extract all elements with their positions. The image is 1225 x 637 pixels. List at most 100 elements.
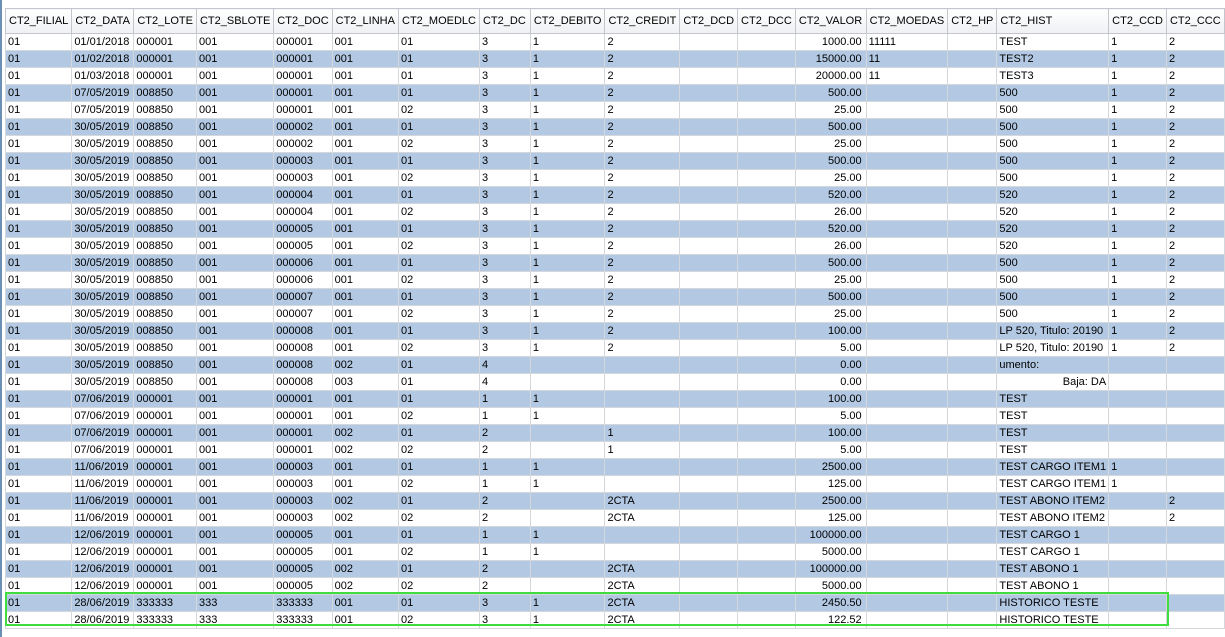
- cell-ct2-filial[interactable]: 01: [4, 594, 73, 612]
- cell-ct2-dcd[interactable]: [679, 424, 739, 442]
- table-row[interactable]: 01 30/05/2019 008850 001 000008 001 02 3 1 2 5.00 L…: [4, 339, 1225, 357]
- cell-ct2-sblote[interactable]: 001: [195, 271, 275, 289]
- cell-ct2-sblote[interactable]: 001: [195, 101, 275, 119]
- cell-ct2-hp[interactable]: [947, 305, 998, 323]
- column-header-ct2-data[interactable]: CT2_DATA: [71, 8, 135, 34]
- cell-ct2-sblote[interactable]: 001: [195, 288, 275, 306]
- cell-ct2-dcd[interactable]: [679, 305, 739, 323]
- cell-ct2-doc[interactable]: 000003: [273, 169, 333, 187]
- cell-ct2-debito[interactable]: 1: [529, 67, 606, 85]
- cell-ct2-ccc[interactable]: 2: [1165, 67, 1225, 85]
- cell-ct2-dcc[interactable]: [737, 186, 796, 204]
- cell-ct2-debito[interactable]: 1: [529, 305, 606, 323]
- cell-ct2-ccd[interactable]: 1: [1108, 135, 1167, 153]
- cell-ct2-doc[interactable]: 000008: [273, 339, 333, 357]
- cell-ct2-ccd[interactable]: 1: [1108, 475, 1167, 493]
- cell-ct2-credit[interactable]: 2: [604, 186, 681, 204]
- cell-ct2-valor[interactable]: 5.00: [794, 407, 867, 425]
- cell-ct2-lote[interactable]: 000001: [133, 441, 197, 459]
- cell-ct2-moedlc[interactable]: 02: [398, 339, 480, 357]
- cell-ct2-linha[interactable]: 002: [331, 424, 400, 442]
- cell-ct2-data[interactable]: 11/06/2019: [71, 475, 135, 493]
- cell-ct2-lote[interactable]: 000001: [133, 543, 197, 561]
- table-row[interactable]: 01 12/06/2019 000001 001 000005 002 02 2 2CTA 500…: [4, 577, 1225, 595]
- cell-ct2-dcd[interactable]: [679, 271, 739, 289]
- table-row[interactable]: 01 07/05/2019 008850 001 000001 001 01 3 1 2 500.0…: [4, 84, 1225, 102]
- cell-ct2-dc[interactable]: 3: [478, 135, 531, 153]
- cell-ct2-dcd[interactable]: [679, 373, 739, 391]
- cell-ct2-dc[interactable]: 1: [478, 407, 531, 425]
- cell-ct2-linha[interactable]: 001: [331, 135, 400, 153]
- column-header-ct2-valor[interactable]: CT2_VALOR: [794, 8, 867, 34]
- cell-ct2-moedas[interactable]: [865, 543, 949, 561]
- cell-ct2-valor[interactable]: 15000.00: [794, 50, 867, 68]
- cell-ct2-dcd[interactable]: [679, 526, 739, 544]
- cell-ct2-data[interactable]: 11/06/2019: [71, 458, 135, 476]
- cell-ct2-sblote[interactable]: 001: [195, 526, 275, 544]
- cell-ct2-linha[interactable]: 001: [331, 186, 400, 204]
- cell-ct2-ccd[interactable]: 1: [1108, 322, 1167, 340]
- cell-ct2-dcc[interactable]: [737, 526, 796, 544]
- column-header-ct2-ccd[interactable]: CT2_CCD: [1108, 8, 1167, 34]
- cell-ct2-debito[interactable]: [529, 356, 606, 374]
- cell-ct2-sblote[interactable]: 001: [195, 560, 275, 578]
- cell-ct2-doc[interactable]: 000003: [273, 152, 333, 170]
- cell-ct2-ccd[interactable]: 1: [1108, 118, 1167, 136]
- cell-ct2-filial[interactable]: 01: [4, 288, 73, 306]
- cell-ct2-sblote[interactable]: 001: [195, 152, 275, 170]
- cell-ct2-moedlc[interactable]: 01: [398, 288, 480, 306]
- cell-ct2-ccc[interactable]: 2: [1165, 50, 1225, 68]
- cell-ct2-ccc[interactable]: 2: [1165, 169, 1225, 187]
- cell-ct2-dcd[interactable]: [679, 322, 739, 340]
- table-row[interactable]: 01 01/03/2018 000001 001 000001 001 01 3 1 2 20000…: [4, 67, 1225, 85]
- cell-ct2-dcd[interactable]: [679, 203, 739, 221]
- cell-ct2-credit[interactable]: 2: [604, 254, 681, 272]
- cell-ct2-ccc[interactable]: 2: [1165, 152, 1225, 170]
- cell-ct2-debito[interactable]: [529, 492, 606, 510]
- cell-ct2-moedas[interactable]: [865, 84, 949, 102]
- cell-ct2-moedas[interactable]: [865, 322, 949, 340]
- cell-ct2-linha[interactable]: 001: [331, 322, 400, 340]
- cell-ct2-lote[interactable]: 008850: [133, 101, 197, 119]
- cell-ct2-moedlc[interactable]: 02: [398, 407, 480, 425]
- cell-ct2-debito[interactable]: 1: [529, 322, 606, 340]
- cell-ct2-filial[interactable]: 01: [4, 373, 73, 391]
- cell-ct2-debito[interactable]: 1: [529, 101, 606, 119]
- cell-ct2-ccc[interactable]: 2: [1165, 509, 1225, 527]
- cell-ct2-filial[interactable]: 01: [4, 50, 73, 68]
- cell-ct2-sblote[interactable]: 001: [195, 458, 275, 476]
- cell-ct2-credit[interactable]: 2: [604, 67, 681, 85]
- cell-ct2-valor[interactable]: 5000.00: [794, 577, 867, 595]
- cell-ct2-filial[interactable]: 01: [4, 509, 73, 527]
- cell-ct2-valor[interactable]: 100.00: [794, 424, 867, 442]
- cell-ct2-dcd[interactable]: [679, 169, 739, 187]
- cell-ct2-ccc[interactable]: 2: [1165, 492, 1225, 510]
- cell-ct2-moedlc[interactable]: 02: [398, 203, 480, 221]
- cell-ct2-doc[interactable]: 000007: [273, 305, 333, 323]
- cell-ct2-filial[interactable]: 01: [4, 577, 73, 595]
- cell-ct2-lote[interactable]: 008850: [133, 84, 197, 102]
- cell-ct2-dcd[interactable]: [679, 594, 739, 612]
- cell-ct2-data[interactable]: 30/05/2019: [71, 220, 135, 238]
- cell-ct2-dc[interactable]: 3: [478, 50, 531, 68]
- cell-ct2-lote[interactable]: 000001: [133, 50, 197, 68]
- cell-ct2-filial[interactable]: 01: [4, 322, 73, 340]
- cell-ct2-dcc[interactable]: [737, 305, 796, 323]
- cell-ct2-dcd[interactable]: [679, 543, 739, 561]
- cell-ct2-credit[interactable]: 2CTA: [604, 509, 681, 527]
- table-row[interactable]: 01 12/06/2019 000001 001 000005 001 02 1 1 5000.0…: [4, 543, 1225, 561]
- cell-ct2-dcd[interactable]: [679, 611, 739, 629]
- cell-ct2-debito[interactable]: 1: [529, 84, 606, 102]
- cell-ct2-moedlc[interactable]: 01: [398, 492, 480, 510]
- cell-ct2-ccc[interactable]: 2: [1165, 237, 1225, 255]
- table-row[interactable]: 01 07/06/2019 000001 001 000001 001 02 1 1 5.00 TE…: [4, 407, 1225, 425]
- table-row[interactable]: 01 30/05/2019 008850 001 000008 003 01 4 0.00 Baj…: [4, 373, 1225, 391]
- cell-ct2-hp[interactable]: [947, 611, 998, 629]
- cell-ct2-linha[interactable]: 001: [331, 101, 400, 119]
- cell-ct2-debito[interactable]: 1: [529, 254, 606, 272]
- cell-ct2-moedlc[interactable]: 01: [398, 152, 480, 170]
- cell-ct2-moedas[interactable]: [865, 186, 949, 204]
- cell-ct2-ccd[interactable]: 1: [1108, 220, 1167, 238]
- cell-ct2-doc[interactable]: 333333: [273, 594, 333, 612]
- cell-ct2-lote[interactable]: 008850: [133, 356, 197, 374]
